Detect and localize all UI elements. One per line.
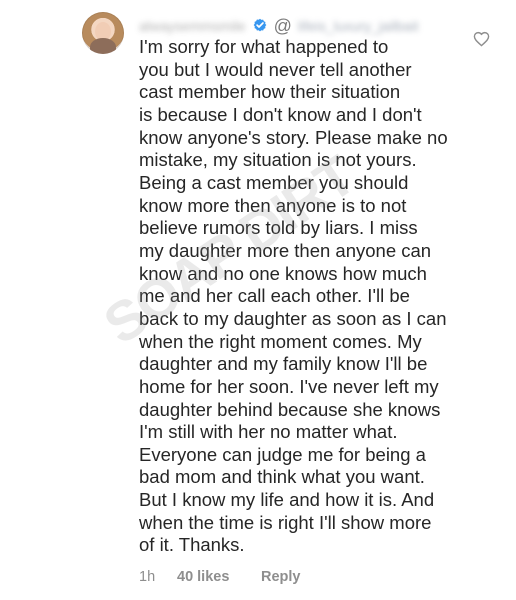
comment-line: I'm sorry for what happened to xyxy=(139,36,389,57)
comment-line: Everyone can judge me for being a xyxy=(139,443,426,465)
comment-line: my daughter more then anyone can xyxy=(139,239,432,261)
blurred-mentioned-handle[interactable]: lifeis_luxury_jailbait xyxy=(298,17,419,35)
heart-outline-icon[interactable] xyxy=(473,31,490,47)
comment-line: cast member how their situation xyxy=(139,81,401,103)
comment-text: I'm sorry for what happened to you but I… xyxy=(139,36,448,557)
comment-line: daughter behind because she knows xyxy=(139,398,441,420)
blurred-username[interactable]: alwaysemmsmile xyxy=(139,17,246,35)
comment-line: back to my daughter as soon as I can xyxy=(139,307,447,329)
comment-line: Being a cast member you should xyxy=(139,171,409,193)
comment-line: when the right moment comes. My xyxy=(139,330,422,352)
avatar[interactable] xyxy=(82,12,124,54)
mention-at-symbol: @ xyxy=(273,16,292,36)
reply-button[interactable]: Reply xyxy=(261,567,301,587)
comment-actions: 1h 40 likes Reply xyxy=(139,567,301,587)
verified-badge-icon xyxy=(253,18,266,32)
likes-count[interactable]: 40 likes xyxy=(177,567,261,587)
comment-line: me and her call each other. I'll be xyxy=(139,285,410,307)
comment-line: is because I don't know and I don't xyxy=(139,103,422,125)
comment-line: daughter and my family know I'll be xyxy=(139,353,428,375)
comment-line: mistake, my situation is not yours. xyxy=(139,149,417,171)
comment-line: I'm still with her no matter what. xyxy=(139,421,398,443)
comment-line: of it. Thanks. xyxy=(139,534,245,556)
instagram-comment: alwaysemmsmile @ lifeis_luxury_jailbait … xyxy=(0,0,516,600)
comment-line: when the time is right I'll show more xyxy=(139,511,432,533)
comment-line: home for her soon. I've never left my xyxy=(139,375,439,397)
comment-line: know anyone's story. Please make no xyxy=(139,126,448,148)
comment-header: alwaysemmsmile @ lifeis_luxury_jailbait xyxy=(139,14,418,38)
comment-line: But I know my life and how it is. And xyxy=(139,489,435,511)
comment-line: believe rumors told by liars. I miss xyxy=(139,217,418,239)
comment-line: bad mom and think what you want. xyxy=(139,466,425,488)
comment-line: you but I would never tell another xyxy=(139,58,412,80)
comment-line: know more then anyone is to not xyxy=(139,194,407,216)
comment-time: 1h xyxy=(139,569,156,585)
comment-line: know and no one knows how much xyxy=(139,262,427,284)
